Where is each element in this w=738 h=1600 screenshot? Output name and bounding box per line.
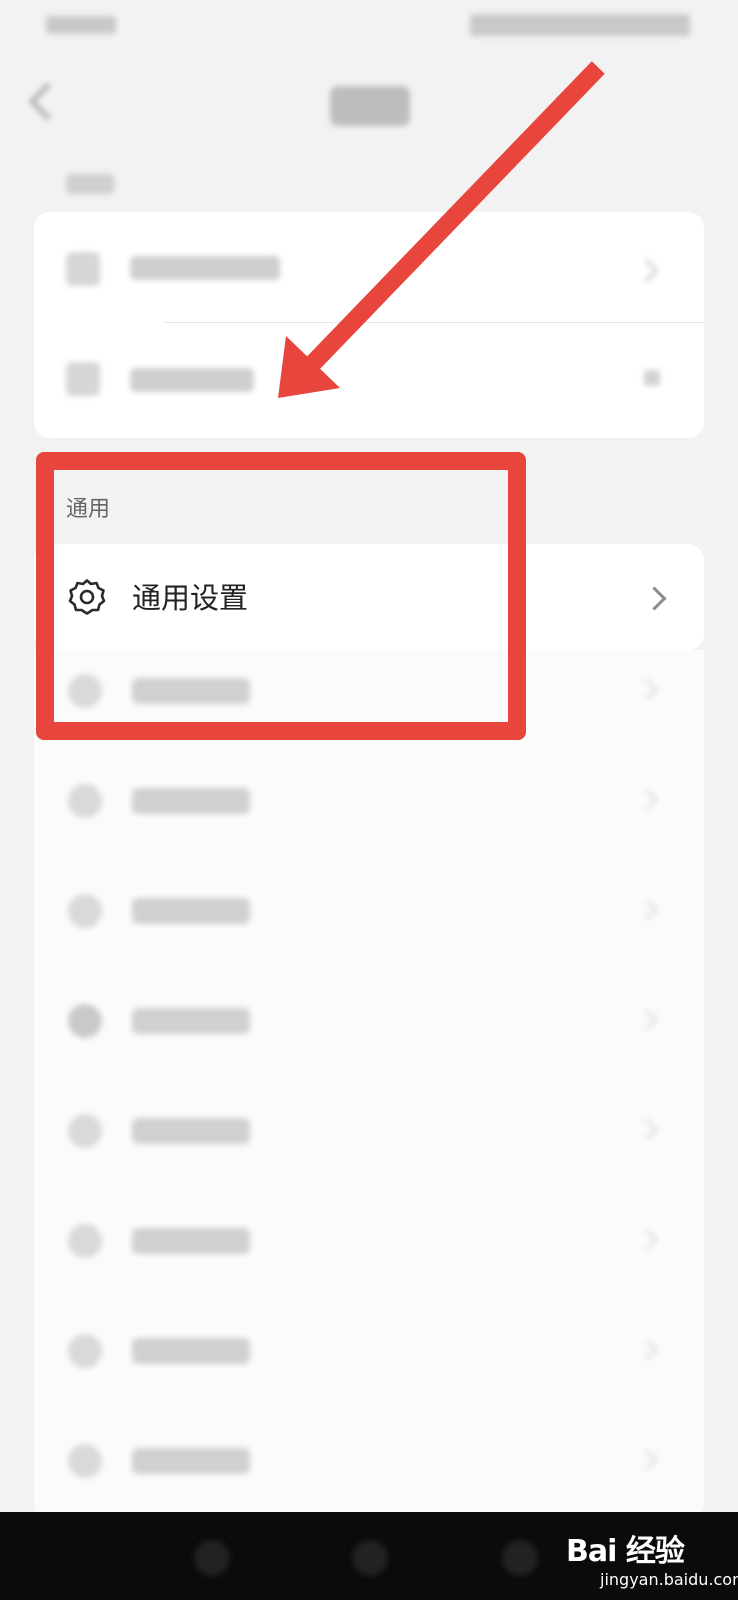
chevron-right-icon bbox=[636, 1448, 659, 1471]
watermark-subtext: jingyan.baidu.com bbox=[600, 1570, 738, 1589]
account-security-label[interactable] bbox=[130, 256, 280, 280]
status-icons bbox=[470, 14, 690, 36]
list-item-icon bbox=[68, 894, 102, 928]
nav-home-icon[interactable] bbox=[352, 1540, 388, 1576]
account-security-icon bbox=[66, 252, 100, 286]
chevron-right-icon bbox=[636, 1228, 659, 1251]
section-account-header bbox=[66, 174, 114, 194]
list-item-label bbox=[132, 898, 250, 924]
list-item[interactable] bbox=[34, 1186, 704, 1296]
settings-list bbox=[34, 650, 704, 1520]
chevron-right-icon bbox=[634, 258, 659, 283]
list-item[interactable] bbox=[34, 1076, 704, 1186]
nav-recents-icon[interactable] bbox=[502, 1540, 538, 1576]
list-item-icon bbox=[68, 1114, 102, 1148]
list-item-icon bbox=[68, 1224, 102, 1258]
nav-back-icon[interactable] bbox=[194, 1540, 230, 1576]
account-card bbox=[34, 212, 704, 438]
list-item-icon bbox=[68, 1444, 102, 1478]
account-item-label[interactable] bbox=[130, 368, 254, 392]
chevron-right-icon bbox=[636, 1338, 659, 1361]
list-item-icon bbox=[68, 1334, 102, 1368]
list-item[interactable] bbox=[34, 966, 704, 1076]
baidu-jingyan-watermark: Bai 经验 jingyan.baidu.com bbox=[560, 1500, 738, 1596]
list-item-label bbox=[132, 1338, 250, 1364]
list-item-label bbox=[132, 1118, 250, 1144]
highlight-box-annotation bbox=[36, 452, 526, 740]
list-item-label bbox=[132, 1448, 250, 1474]
list-item[interactable] bbox=[34, 746, 704, 856]
list-item-label bbox=[132, 788, 250, 814]
list-item-label bbox=[132, 1228, 250, 1254]
account-item-indicator bbox=[644, 370, 660, 386]
chevron-right-icon bbox=[636, 788, 659, 811]
watermark-text: Bai 经验 bbox=[566, 1534, 685, 1569]
back-arrow-icon[interactable] bbox=[28, 82, 67, 121]
list-item[interactable] bbox=[34, 856, 704, 966]
status-time bbox=[46, 16, 116, 34]
page-title bbox=[330, 86, 410, 126]
list-item-icon bbox=[68, 784, 102, 818]
list-item[interactable] bbox=[34, 1296, 704, 1406]
chevron-right-icon bbox=[636, 1118, 659, 1141]
status-bar bbox=[0, 0, 738, 56]
list-item-icon bbox=[68, 1004, 102, 1038]
list-item-label bbox=[132, 1008, 250, 1034]
chevron-right-icon bbox=[636, 898, 659, 921]
divider bbox=[164, 322, 704, 323]
chevron-right-icon bbox=[636, 678, 659, 701]
account-item-icon bbox=[66, 362, 100, 396]
chevron-right-icon bbox=[636, 1008, 659, 1031]
